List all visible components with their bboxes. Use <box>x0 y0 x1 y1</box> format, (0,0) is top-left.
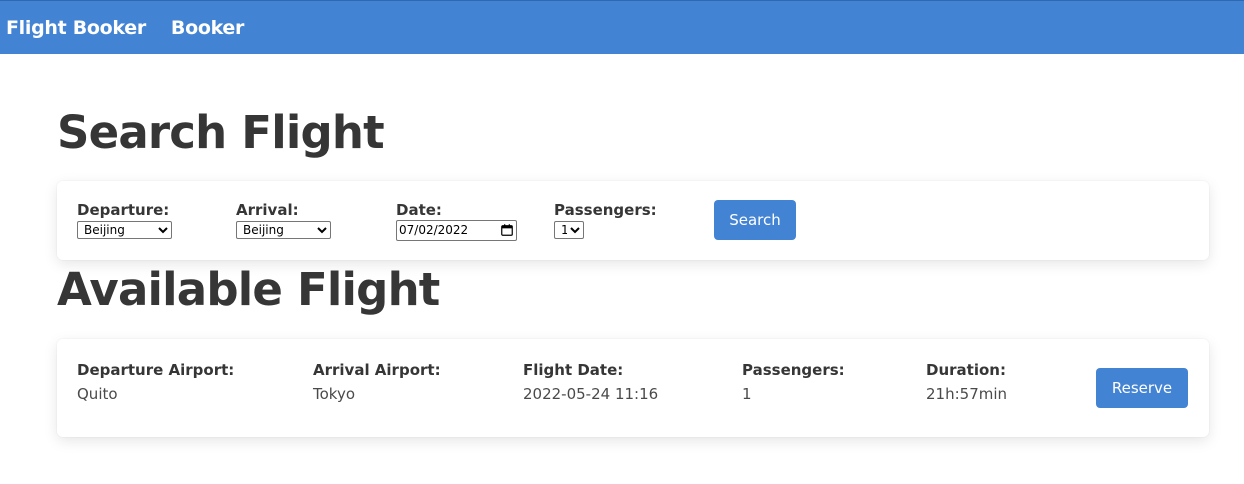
date-label: Date: <box>396 201 442 219</box>
nav-booker-link[interactable]: Booker <box>171 17 244 39</box>
flight-date-column: Flight Date: 2022-05-24 11:16 <box>523 361 658 403</box>
calendar-icon[interactable] <box>501 224 513 236</box>
arrival-airport-value: Tokyo <box>313 385 355 403</box>
passengers-field: Passengers: 1 <box>554 202 657 239</box>
search-form-card: Departure: Beijing Arrival: Beijing Date… <box>57 181 1209 260</box>
arrival-airport-column: Arrival Airport: Tokyo <box>313 361 441 403</box>
arrival-airport-label: Arrival Airport: <box>313 361 441 379</box>
arrival-label: Arrival: <box>236 201 299 219</box>
date-input[interactable]: 07/02/2022 <box>396 219 517 241</box>
passengers-label: Passengers: <box>554 201 657 219</box>
nav-brand-link[interactable]: Flight Booker <box>6 17 146 39</box>
flight-date-value: 2022-05-24 11:16 <box>523 385 659 403</box>
departure-label: Departure: <box>77 201 170 219</box>
result-passengers-value: 1 <box>742 385 752 403</box>
departure-field: Departure: Beijing <box>77 202 172 239</box>
available-flight-title: Available Flight <box>57 263 440 316</box>
duration-label: Duration: <box>926 361 1006 379</box>
departure-select[interactable]: Beijing <box>77 221 172 239</box>
reserve-button[interactable]: Reserve <box>1096 368 1188 408</box>
passengers-select[interactable]: 1 <box>554 221 584 239</box>
passengers-column: Passengers: 1 <box>742 361 845 403</box>
duration-column: Duration: 21h:57min <box>926 361 1007 403</box>
arrival-select[interactable]: Beijing <box>236 221 331 239</box>
departure-airport-column: Departure Airport: Quito <box>77 361 234 403</box>
navbar: Flight Booker Booker <box>0 0 1244 54</box>
date-value: 07/02/2022 <box>399 223 469 237</box>
departure-airport-value: Quito <box>77 385 118 403</box>
duration-value: 21h:57min <box>926 385 1008 403</box>
flight-date-label: Flight Date: <box>523 361 624 379</box>
flight-result-card: Departure Airport: Quito Arrival Airport… <box>57 339 1209 437</box>
arrival-field: Arrival: Beijing <box>236 202 331 239</box>
result-passengers-label: Passengers: <box>742 361 845 379</box>
date-field: Date: 07/02/2022 <box>396 202 517 241</box>
departure-airport-label: Departure Airport: <box>77 361 235 379</box>
search-button[interactable]: Search <box>714 200 796 240</box>
search-title: Search Flight <box>57 106 385 159</box>
